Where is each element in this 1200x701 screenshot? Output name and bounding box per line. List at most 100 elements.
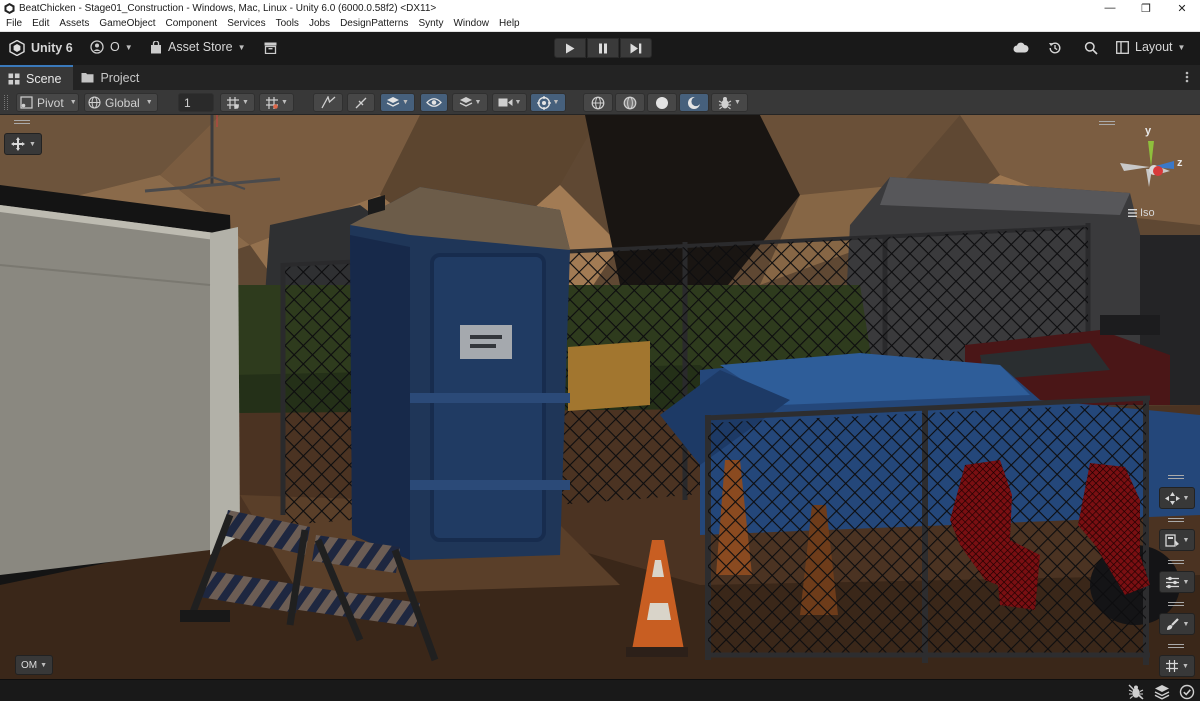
- menu-tools[interactable]: Tools: [273, 18, 302, 29]
- asset-store-label: Asset Store: [168, 40, 233, 54]
- bug-icon: [718, 96, 732, 110]
- pivot-dropdown[interactable]: Pivot ▼: [16, 93, 79, 112]
- view-options-overlay[interactable]: ▼: [1159, 571, 1195, 593]
- sliders-icon: [1165, 576, 1180, 589]
- overlay-menu-button[interactable]: OM ▼: [15, 655, 53, 675]
- menu-synty[interactable]: Synty: [415, 18, 446, 29]
- increment-snap-toggle[interactable]: ▼: [259, 93, 294, 112]
- play-button[interactable]: [554, 38, 586, 58]
- grid-and-snap-overlay[interactable]: ▼: [1159, 529, 1195, 551]
- shaded-wire-sphere-icon: [623, 96, 637, 110]
- more-vertical-icon: [1180, 70, 1194, 84]
- pause-button[interactable]: [587, 38, 619, 58]
- grid-snap-field[interactable]: 1: [178, 93, 214, 112]
- menu-help[interactable]: Help: [496, 18, 523, 29]
- wireframe-sphere-icon: [591, 96, 605, 110]
- layout-dropdown[interactable]: Layout ▼: [1116, 40, 1185, 54]
- scene-viewport[interactable]: ▼ y z Iso ▼ ▼ ▼ ▼ ▼ OM ▼: [0, 115, 1200, 679]
- overlay-drag-handle[interactable]: [1168, 644, 1184, 650]
- paint-tools-overlay[interactable]: ▼: [1159, 613, 1195, 635]
- scene-grid-icon: [8, 73, 20, 85]
- chevron-down-icon: ▼: [1182, 620, 1190, 628]
- overlay-drag-handle[interactable]: [1168, 560, 1184, 566]
- video-camera-icon: [498, 97, 513, 108]
- debug-draw-mode-dropdown[interactable]: ▼: [711, 93, 748, 112]
- scene-render: [0, 115, 1200, 679]
- status-bar: [0, 679, 1200, 701]
- overlay-drag-handle[interactable]: [1168, 518, 1184, 524]
- scene-visibility-layers-toggle[interactable]: ▼: [380, 93, 415, 112]
- tool-settings-overlay[interactable]: ▼: [1159, 487, 1195, 509]
- projection-toggle[interactable]: Iso: [1128, 207, 1155, 219]
- overlay-drag-handle[interactable]: [1168, 602, 1184, 608]
- grid-overlay[interactable]: ▼: [1159, 655, 1195, 677]
- menu-jobs[interactable]: Jobs: [306, 18, 333, 29]
- grid-snap-icon: [226, 96, 240, 110]
- search-icon: [1084, 41, 1098, 55]
- cloud-button[interactable]: [1013, 42, 1029, 53]
- maximize-button[interactable]: ❐: [1128, 0, 1164, 16]
- menu-file[interactable]: File: [3, 18, 25, 29]
- account-icon: [90, 40, 104, 54]
- account-dropdown[interactable]: O ▼: [90, 40, 133, 54]
- menu-window[interactable]: Window: [450, 18, 492, 29]
- tab-project[interactable]: Project: [73, 65, 151, 90]
- history-button[interactable]: [1048, 41, 1062, 55]
- chevron-down-icon: ▼: [552, 99, 560, 106]
- menu-gameobject[interactable]: GameObject: [96, 18, 158, 29]
- chevron-down-icon: ▼: [281, 99, 288, 106]
- menu-bar: File Edit Assets GameObject Component Se…: [0, 16, 1200, 32]
- surface-snap-toggle[interactable]: [347, 93, 375, 112]
- unity-app-icon: [3, 2, 15, 14]
- menu-edit[interactable]: Edit: [29, 18, 52, 29]
- target-icon: [536, 95, 551, 110]
- shaded-button[interactable]: [647, 93, 677, 112]
- folder-icon: [81, 72, 94, 83]
- 2d-vertex-snap-toggle[interactable]: [313, 93, 343, 112]
- tab-options-button[interactable]: [1180, 70, 1194, 84]
- projection-label: Iso: [1140, 207, 1155, 219]
- chevron-down-icon: ▼: [474, 99, 482, 106]
- orientation-gizmo[interactable]: y z: [1118, 125, 1190, 207]
- chevron-down-icon: ▼: [1177, 42, 1186, 52]
- tab-project-label: Project: [100, 70, 140, 85]
- brush-icon: [1165, 617, 1180, 631]
- overlay-menu-label: OM: [20, 659, 38, 671]
- asset-store-dropdown[interactable]: Asset Store ▼: [150, 40, 246, 54]
- chevron-down-icon: ▼: [124, 42, 133, 52]
- unity-version-button[interactable]: Unity 6: [9, 40, 73, 56]
- shaded-wireframe-button[interactable]: [615, 93, 645, 112]
- check-circle-icon[interactable]: [1179, 684, 1195, 700]
- globe-icon: [88, 96, 101, 109]
- step-button[interactable]: [620, 38, 652, 58]
- menu-assets[interactable]: Assets: [56, 18, 92, 29]
- chevron-down-icon: ▼: [1182, 662, 1189, 670]
- menu-designpatterns[interactable]: DesignPatterns: [337, 18, 411, 29]
- global-dropdown[interactable]: Global ▼: [84, 93, 158, 112]
- menu-services[interactable]: Services: [224, 18, 268, 29]
- archive-icon: [264, 42, 277, 54]
- gizmo-drag-handle[interactable]: [1099, 121, 1115, 127]
- package-manager-button[interactable]: [264, 42, 277, 54]
- camera-settings-dropdown[interactable]: ▼: [492, 93, 527, 112]
- overlay-drag-handle[interactable]: [1168, 475, 1184, 481]
- grid-snapping-toggle[interactable]: ▼: [220, 93, 255, 112]
- close-button[interactable]: ✕: [1164, 0, 1200, 16]
- menu-component[interactable]: Component: [163, 18, 221, 29]
- render-layers-dropdown[interactable]: ▼: [452, 93, 488, 112]
- tab-scene[interactable]: Scene: [0, 65, 74, 90]
- progress-stack-icon[interactable]: [1154, 684, 1170, 700]
- gizmo-y-label: y: [1145, 125, 1152, 137]
- playmode-controls: [554, 38, 653, 58]
- scene-visibility-toggle[interactable]: [420, 93, 448, 112]
- pivot-label: Pivot: [37, 95, 64, 110]
- bug-report-icon[interactable]: [1128, 684, 1144, 700]
- snap-increment-icon: [265, 96, 279, 110]
- wireframe-shading-button[interactable]: [583, 93, 613, 112]
- search-button[interactable]: [1084, 41, 1098, 55]
- overlay-drag-handle[interactable]: [14, 120, 30, 126]
- lighting-toggle[interactable]: [679, 93, 709, 112]
- gizmos-toggle[interactable]: ▼: [530, 93, 566, 112]
- transform-tool-overlay[interactable]: ▼: [4, 133, 42, 155]
- minimize-button[interactable]: —: [1092, 0, 1128, 16]
